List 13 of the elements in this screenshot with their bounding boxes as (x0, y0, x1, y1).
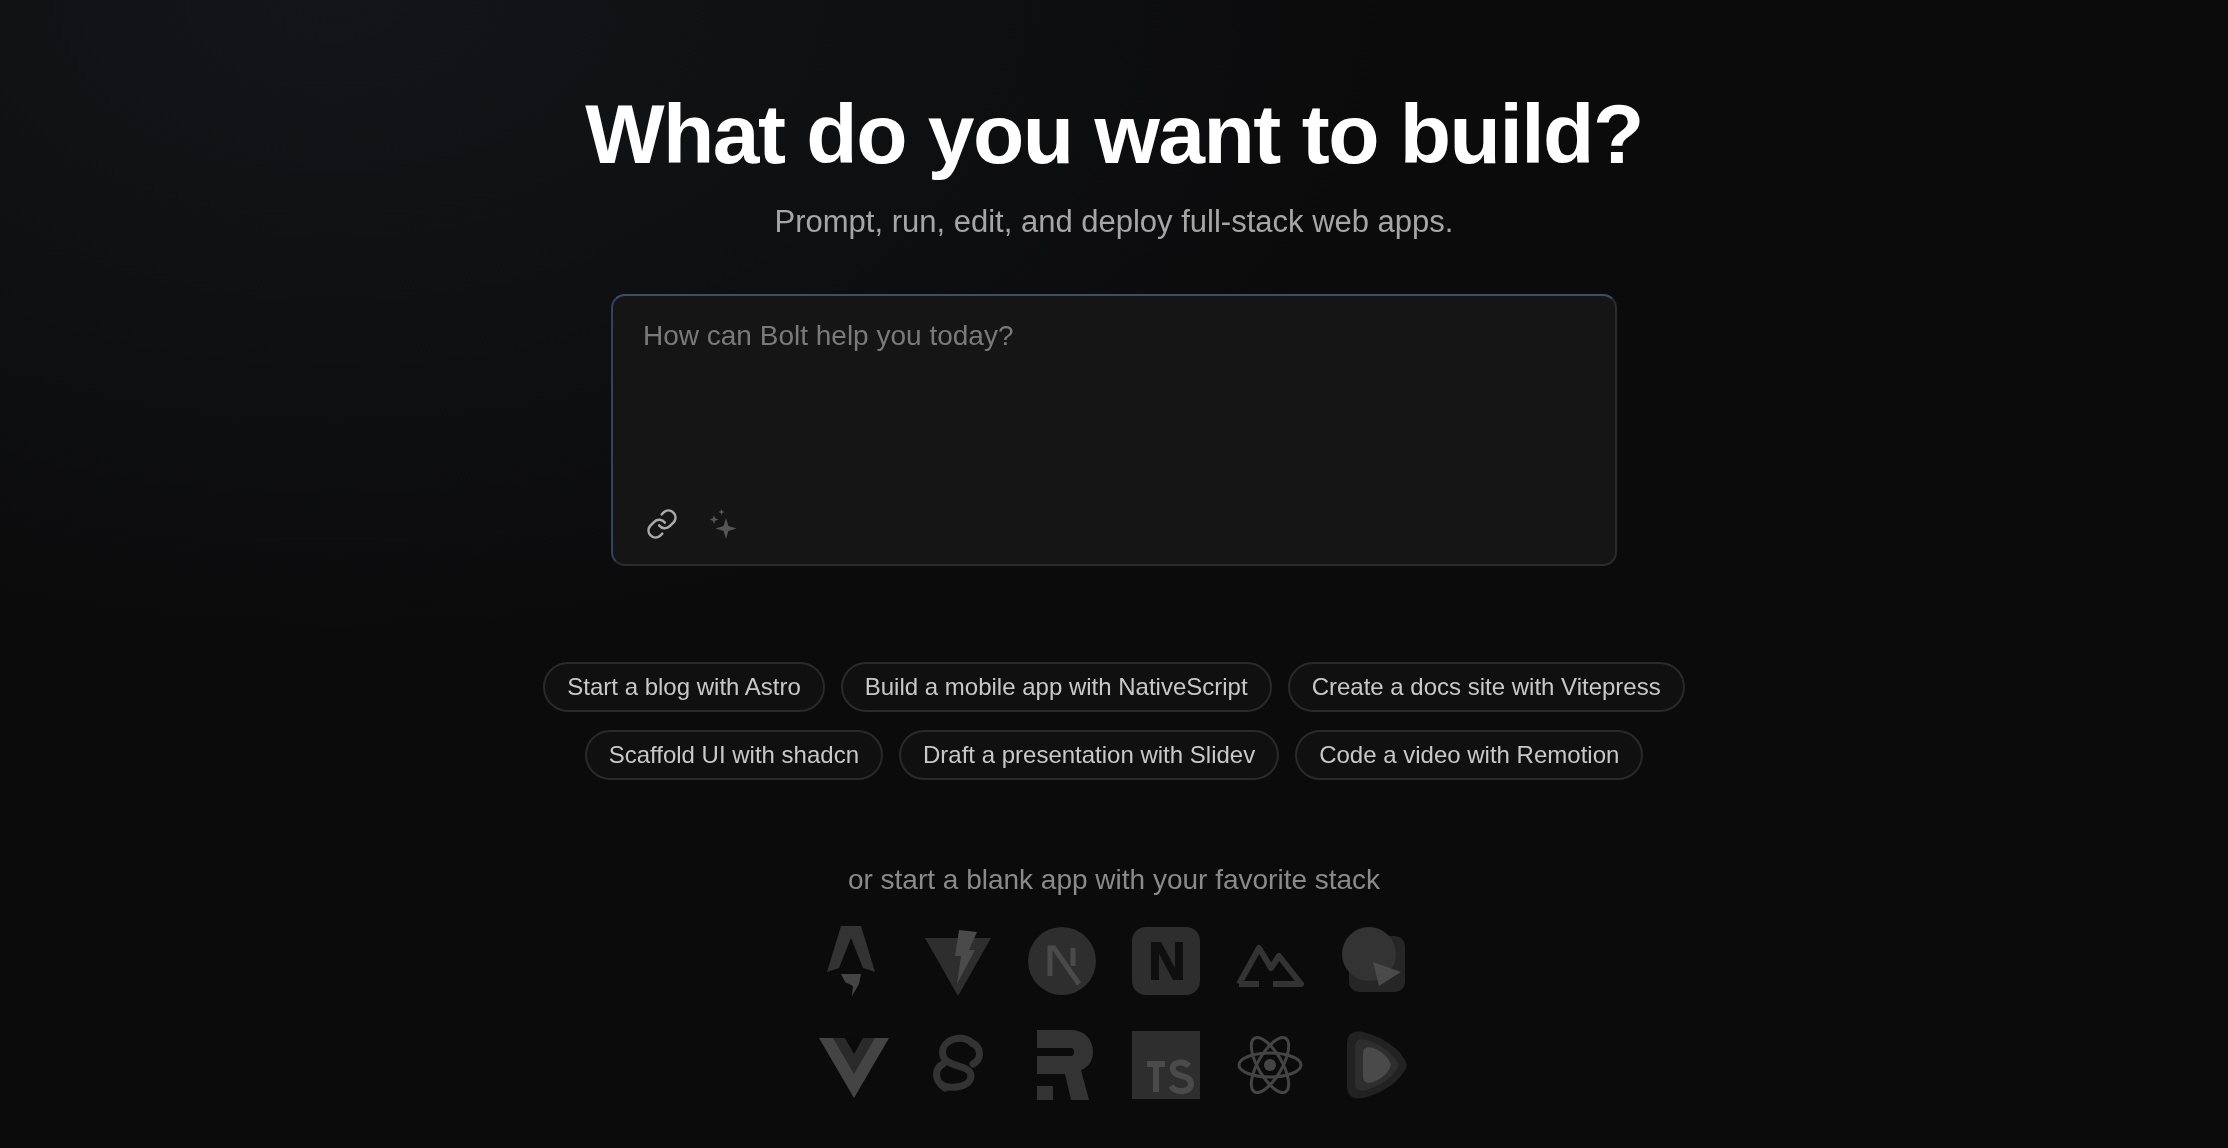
ts-square-icon[interactable] (1131, 1030, 1201, 1101)
page-heading: What do you want to build? (585, 88, 1643, 181)
stack-prompt: or start a blank app with your favorite stack (847, 864, 1381, 897)
suggestion-chip[interactable]: Build a mobile app with NativeScript (840, 662, 1272, 713)
suggestion-chip[interactable]: Scaffold UI with shadcn (584, 730, 883, 781)
suggestion-chip[interactable]: Draft a presentation with Slidev (899, 730, 1280, 781)
suggestion-chip[interactable]: Start a blog with Astro (543, 662, 825, 713)
prompt-field[interactable]: How can Bolt help you today? (611, 294, 1617, 567)
suggestion-chip[interactable]: Code a video with Remotion (1295, 730, 1644, 781)
suggestion-chip[interactable]: Create a docs site with Vitepress (1287, 662, 1685, 713)
page-subheading: Prompt, run, edit, and deploy full-stack web apps. (774, 204, 1454, 241)
n-circle-icon[interactable] (1027, 926, 1097, 997)
n-square-icon[interactable] (1131, 926, 1201, 997)
